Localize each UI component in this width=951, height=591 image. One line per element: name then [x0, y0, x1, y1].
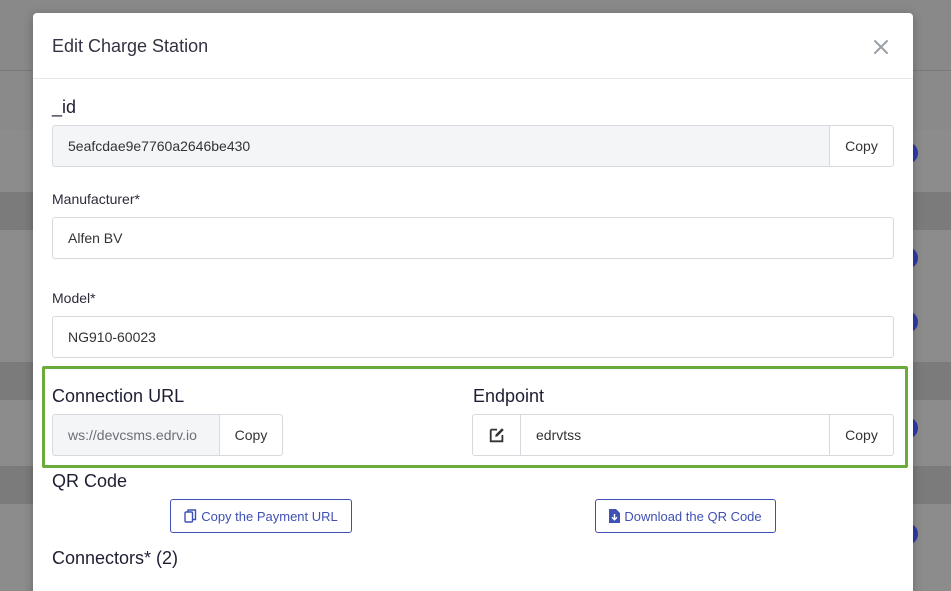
- copy-payment-url-label: Copy the Payment URL: [201, 508, 338, 524]
- copy-connection-url-button[interactable]: Copy: [219, 414, 283, 456]
- connection-url-field: ws://devcsms.edrv.io: [52, 414, 220, 456]
- model-input-wrapper: [52, 316, 894, 358]
- download-qr-code-label: Download the QR Code: [624, 508, 762, 524]
- download-qr-code-button[interactable]: Download the QR Code: [595, 499, 776, 533]
- manufacturer-input[interactable]: [68, 230, 878, 246]
- model-label: Model*: [52, 290, 96, 306]
- manufacturer-label: Manufacturer*: [52, 191, 140, 207]
- qr-code-label: QR Code: [52, 471, 128, 491]
- close-icon: [874, 40, 888, 54]
- close-button[interactable]: [869, 35, 893, 59]
- copy-endpoint-button[interactable]: Copy: [829, 414, 894, 456]
- copy-id-button[interactable]: Copy: [829, 125, 894, 167]
- endpoint-label: Endpoint: [473, 386, 545, 406]
- edit-icon: [489, 428, 504, 443]
- endpoint-input[interactable]: [536, 427, 814, 443]
- id-field: 5eafcdae9e7760a2646be430: [52, 125, 830, 167]
- modal-header: Edit Charge Station: [33, 13, 913, 79]
- edit-charge-station-modal: Edit Charge Station _id 5eafcdae9e7760a2…: [33, 13, 913, 591]
- model-input[interactable]: [68, 329, 878, 345]
- copy-icon: [184, 509, 197, 523]
- connection-url-label: Connection URL: [52, 386, 185, 406]
- id-value: 5eafcdae9e7760a2646be430: [68, 138, 251, 154]
- modal-title: Edit Charge Station: [52, 36, 209, 56]
- connectors-label: Connectors* (2): [52, 548, 179, 568]
- copy-payment-url-button[interactable]: Copy the Payment URL: [170, 499, 352, 533]
- manufacturer-input-wrapper: [52, 217, 894, 259]
- endpoint-input-wrapper: [520, 414, 830, 456]
- id-label: _id: [52, 97, 77, 117]
- file-download-icon: [609, 509, 621, 523]
- edit-endpoint-button[interactable]: [472, 414, 521, 456]
- connection-url-value: ws://devcsms.edrv.io: [68, 427, 197, 443]
